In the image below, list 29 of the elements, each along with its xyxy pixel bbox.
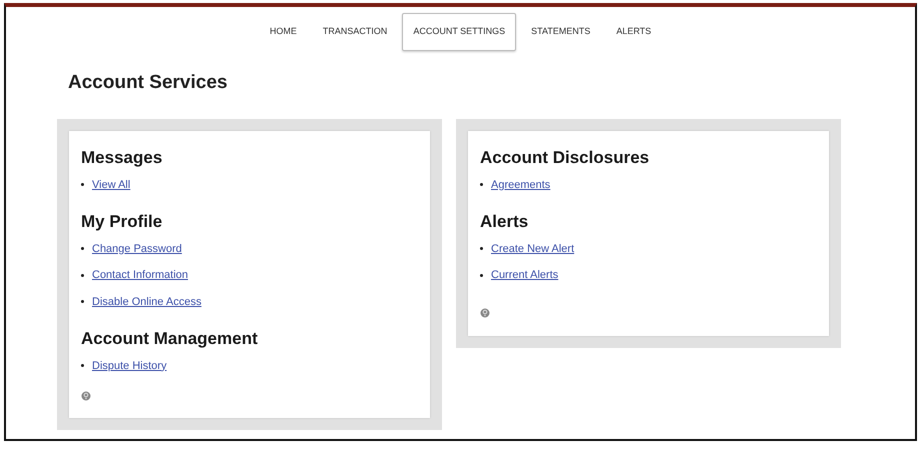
bullet-icon [480, 274, 483, 277]
bullet-icon [81, 364, 84, 368]
nav-tab[interactable]: TRANSACTION [312, 13, 398, 50]
link[interactable]: Agreements [491, 176, 550, 193]
link[interactable]: Disable Online Access [92, 294, 202, 310]
bullet-icon [81, 274, 84, 277]
link[interactable]: Current Alerts [491, 267, 558, 284]
link[interactable]: View All [92, 176, 130, 193]
nav-tab[interactable]: ALERTS [605, 13, 662, 50]
section-heading: My Profile [81, 211, 164, 233]
nav-tab[interactable]: STATEMENTS [520, 13, 602, 50]
link[interactable]: Dispute History [92, 358, 167, 374]
bullet-icon [480, 183, 483, 186]
help-icon[interactable] [480, 308, 490, 318]
help-icon[interactable] [81, 390, 91, 401]
section-heading: Account Disclosures [480, 147, 650, 169]
link[interactable]: Create New Alert [491, 240, 574, 257]
link[interactable]: Change Password [92, 240, 182, 257]
section-heading: Account Management [81, 328, 259, 350]
bullet-icon [81, 247, 84, 250]
section-heading: Messages [81, 147, 164, 169]
bullet-icon [480, 247, 483, 250]
section-heading: Alerts [480, 211, 530, 233]
nav-tab[interactable]: ACCOUNT SETTINGS [402, 13, 516, 50]
bullet-icon [81, 183, 84, 186]
link[interactable]: Contact Information [92, 267, 188, 284]
page-title: Account Services [68, 70, 228, 94]
nav-tab[interactable]: HOME [258, 13, 308, 50]
bullet-icon [81, 300, 84, 304]
